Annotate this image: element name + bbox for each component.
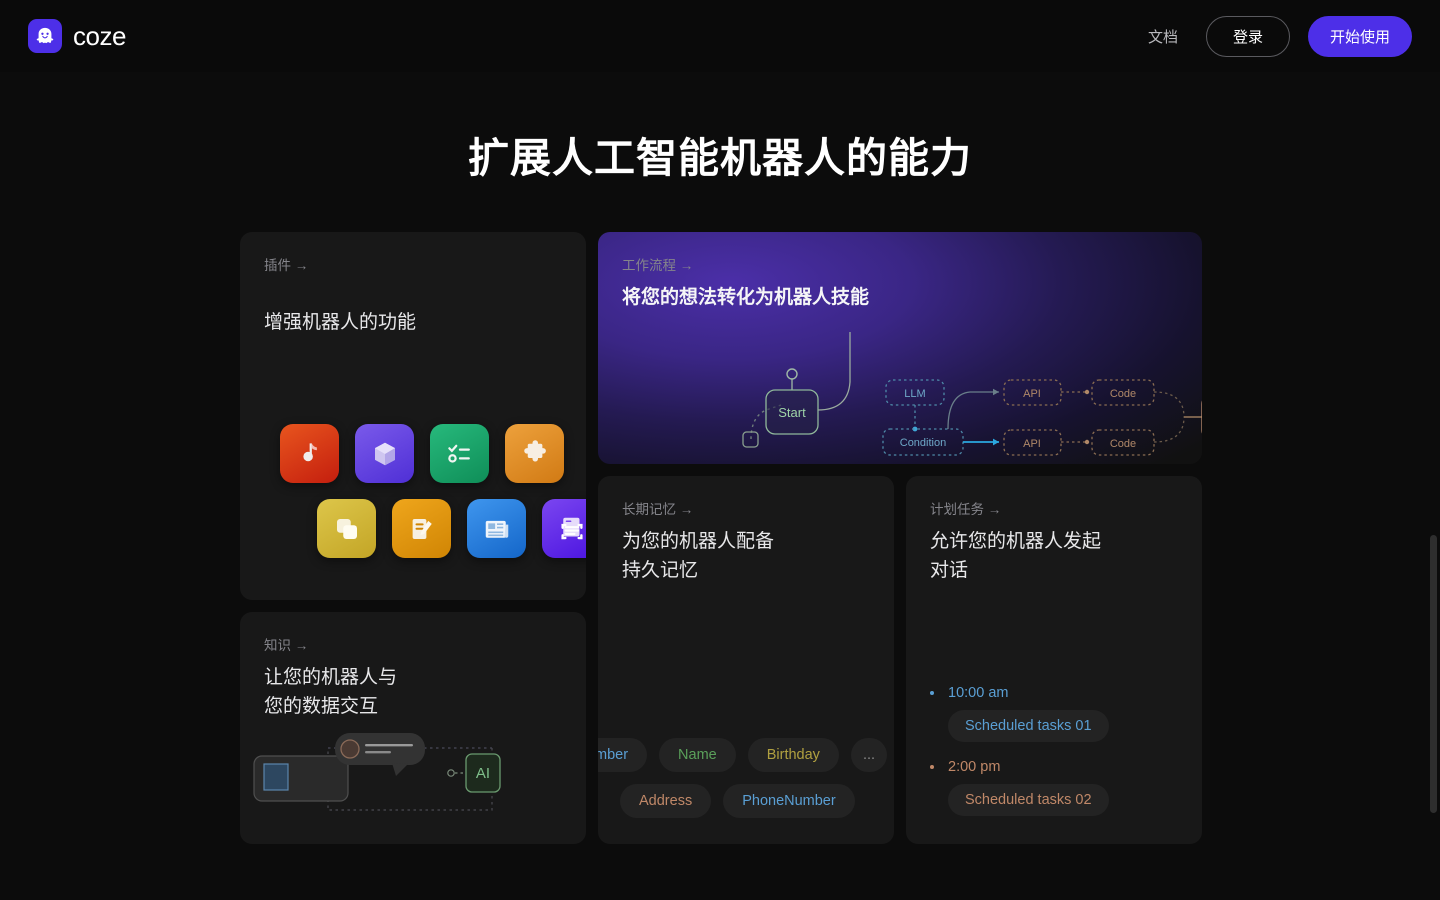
coze-ghost-icon <box>28 19 62 53</box>
music-note-icon[interactable] <box>280 424 339 483</box>
card-knowledge[interactable]: 知识 → 让您的机器人与 您的数据交互 AI <box>240 612 586 844</box>
task-time-label: 2:00 pm <box>948 759 1001 775</box>
docs-link[interactable]: 文档 <box>1138 20 1188 53</box>
cube-3d-icon[interactable] <box>355 424 414 483</box>
svg-text:Code: Code <box>1110 388 1136 400</box>
card-scheduled-tasks[interactable]: 计划任务 → 允许您的机器人发起 对话 10:00 am Scheduled t… <box>906 476 1202 844</box>
header-actions: 文档 登录 开始使用 <box>1138 15 1412 57</box>
card-workflow[interactable]: 工作流程 → 将您的想法转化为机器人技能 Start LLM Condition <box>598 232 1202 464</box>
plugins-title: 增强机器人的功能 <box>264 312 417 333</box>
svg-text:API: API <box>1023 438 1041 450</box>
plugin-icon-row-2 <box>317 499 586 558</box>
scheduled-task-list: 10:00 am Scheduled tasks 01 2:00 pm Sche… <box>930 685 1180 816</box>
brand-logo[interactable]: coze <box>28 19 126 53</box>
task-time-row: 10:00 am <box>930 685 1180 701</box>
card-plugins[interactable]: 插件 → 增强机器人的功能 <box>240 232 586 600</box>
memory-title-line2: 持久记忆 <box>622 560 699 582</box>
login-button[interactable]: 登录 <box>1205 15 1290 57</box>
workflow-eyebrow[interactable]: 工作流程 → <box>622 254 1178 274</box>
knowledge-title-line1: 让您的机器人与 <box>264 667 398 688</box>
memory-variable-chips: mber Name Birthday ... Address PhoneNumb… <box>598 738 894 818</box>
memory-chip-row-2: Address PhoneNumber <box>620 784 894 818</box>
page-title: 扩展人工智能机器人的能力 <box>468 135 972 181</box>
document-scan-icon[interactable] <box>542 499 586 558</box>
svg-text:LLM: LLM <box>904 388 925 400</box>
copy-layers-icon[interactable] <box>317 499 376 558</box>
task-time-row: 2:00 pm <box>930 759 1180 775</box>
knowledge-diagram: AI <box>253 733 501 811</box>
memory-chip[interactable]: Address <box>620 784 712 818</box>
brand-name: coze <box>73 20 126 51</box>
task-pill[interactable]: Scheduled tasks 02 <box>948 784 1109 816</box>
memory-title-line1: 为您的机器人配备 <box>622 531 775 552</box>
memory-chip[interactable]: mber <box>598 738 648 772</box>
memory-chip[interactable]: Birthday <box>747 738 839 772</box>
task-time-label: 10:00 am <box>948 685 1009 701</box>
bullet-dot-icon <box>930 691 934 695</box>
bullet-dot-icon <box>930 765 934 769</box>
plugin-icon-row-1 <box>280 424 586 483</box>
page-scrollbar[interactable] <box>1430 535 1437 813</box>
svg-text:Condition: Condition <box>900 437 946 449</box>
puzzle-piece-icon[interactable] <box>505 424 564 483</box>
checklist-icon[interactable] <box>430 424 489 483</box>
memory-eyebrow[interactable]: 长期记忆 → <box>622 498 870 518</box>
svg-text:Code: Code <box>1110 438 1136 450</box>
tasks-title-line1: 允许您的机器人发起 <box>930 531 1102 552</box>
tasks-eyebrow[interactable]: 计划任务 → <box>930 498 1178 518</box>
svg-text:AI: AI <box>476 765 490 782</box>
task-pill[interactable]: Scheduled tasks 01 <box>948 710 1109 742</box>
tasks-title-line2: 对话 <box>930 560 969 582</box>
get-started-button[interactable]: 开始使用 <box>1307 15 1412 57</box>
newspaper-icon[interactable] <box>467 499 526 558</box>
feature-card-grid: 插件 → 增强机器人的功能 工作流程 → 将您的想法转化为机器人技能 Start… <box>240 232 1202 844</box>
knowledge-eyebrow[interactable]: 知识 → <box>264 634 562 654</box>
notebook-pen-icon[interactable] <box>392 499 451 558</box>
svg-text:API: API <box>1023 388 1041 400</box>
plugin-icon-grid <box>280 424 586 558</box>
svg-text:Start: Start <box>778 405 806 420</box>
site-header: coze 文档 登录 开始使用 <box>0 0 1440 72</box>
workflow-title: 将您的想法转化为机器人技能 <box>622 287 870 308</box>
plugins-eyebrow[interactable]: 插件 → <box>264 254 562 274</box>
memory-chip[interactable]: PhoneNumber <box>723 784 855 818</box>
memory-chip-row-1: mber Name Birthday ... <box>598 738 894 772</box>
memory-chip[interactable]: ... <box>850 738 888 772</box>
card-long-term-memory[interactable]: 长期记忆 → 为您的机器人配备 持久记忆 mber Name Birthday … <box>598 476 894 844</box>
memory-chip[interactable]: Name <box>659 738 736 772</box>
